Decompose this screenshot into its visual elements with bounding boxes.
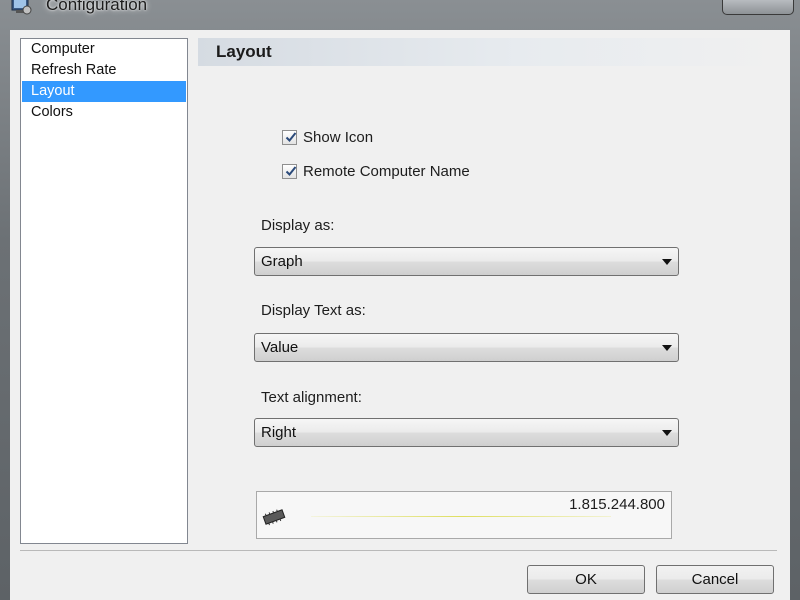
layout-preview: 1.815.244.800 bbox=[256, 491, 672, 539]
text-alignment-select[interactable]: Right bbox=[254, 418, 679, 447]
preview-graph-line bbox=[311, 516, 611, 517]
sidebar-item-colors[interactable]: Colors bbox=[22, 102, 186, 123]
text-alignment-value: Right bbox=[261, 424, 297, 441]
close-icon bbox=[723, 0, 793, 14]
section-title: Layout bbox=[216, 42, 272, 61]
configuration-window: Configuration Computer Refresh Rate Layo… bbox=[0, 0, 800, 600]
close-button[interactable] bbox=[722, 0, 794, 15]
checkmark-icon bbox=[285, 165, 297, 176]
show-icon-checkbox[interactable] bbox=[282, 129, 297, 145]
display-as-label: Display as: bbox=[261, 217, 335, 234]
text-alignment-label: Text alignment: bbox=[261, 389, 362, 406]
preview-value: 1.815.244.800 bbox=[569, 496, 665, 513]
remote-computer-name-option[interactable]: Remote Computer Name bbox=[282, 161, 470, 181]
ok-button[interactable]: OK bbox=[527, 565, 645, 594]
category-list[interactable]: Computer Refresh Rate Layout Colors bbox=[20, 38, 188, 544]
dialog-client-area: Computer Refresh Rate Layout Colors Layo… bbox=[10, 30, 790, 600]
sidebar-item-layout[interactable]: Layout bbox=[22, 81, 186, 102]
show-icon-option[interactable]: Show Icon bbox=[282, 127, 373, 147]
display-text-as-value: Value bbox=[261, 339, 299, 356]
display-as-value: Graph bbox=[261, 253, 303, 270]
sidebar-item-computer[interactable]: Computer bbox=[22, 39, 186, 60]
display-as-select[interactable]: Graph bbox=[254, 247, 679, 276]
configuration-app-icon bbox=[11, 0, 32, 15]
show-icon-label: Show Icon bbox=[303, 128, 374, 146]
title-bar[interactable]: Configuration bbox=[0, 0, 800, 22]
display-text-as-label: Display Text as: bbox=[261, 302, 366, 319]
chevron-down-icon bbox=[662, 345, 672, 351]
cancel-button[interactable]: Cancel bbox=[656, 565, 774, 594]
footer-separator bbox=[20, 550, 777, 551]
sidebar-item-refresh-rate[interactable]: Refresh Rate bbox=[22, 60, 186, 81]
window-title: Configuration bbox=[46, 0, 148, 14]
section-header: Layout bbox=[198, 38, 778, 66]
chevron-down-icon bbox=[662, 430, 672, 436]
memory-chip-icon bbox=[262, 509, 286, 526]
chevron-down-icon bbox=[662, 259, 672, 265]
remote-computer-name-checkbox[interactable] bbox=[282, 163, 297, 179]
remote-computer-name-label: Remote Computer Name bbox=[303, 162, 470, 180]
checkmark-icon bbox=[285, 131, 297, 142]
display-text-as-select[interactable]: Value bbox=[254, 333, 679, 362]
